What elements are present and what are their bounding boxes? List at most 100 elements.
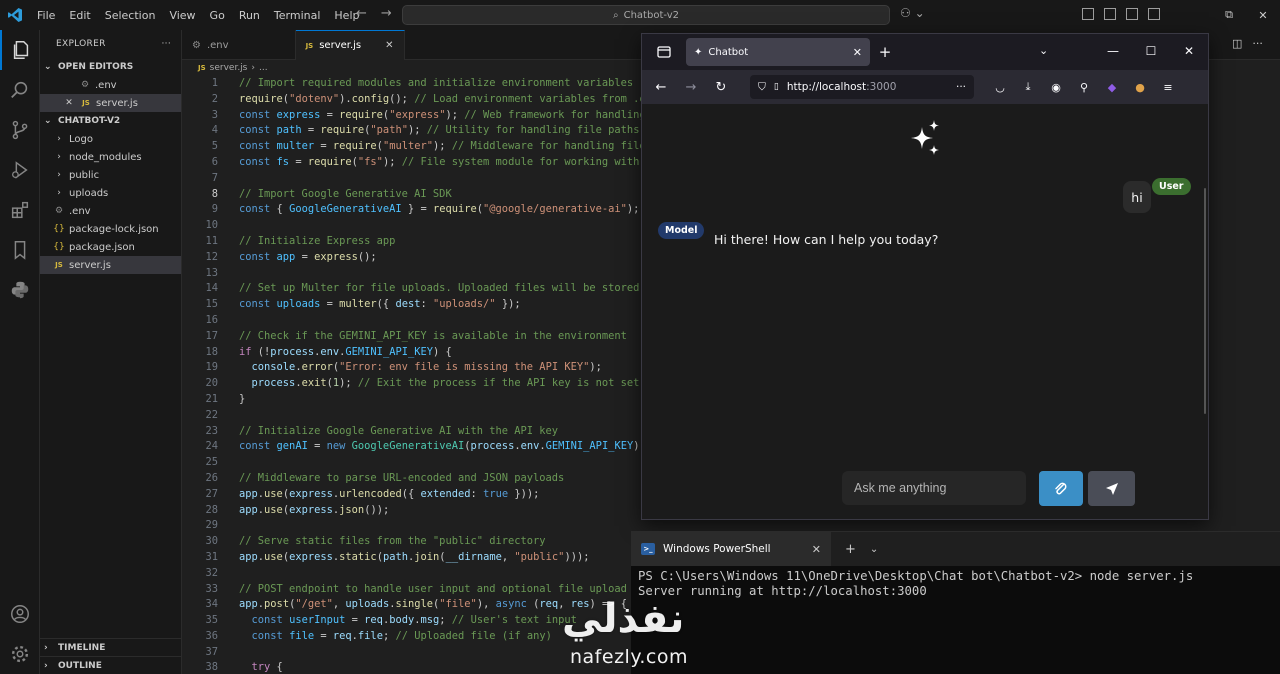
json-file-icon: {} [53, 224, 65, 234]
more-actions-icon[interactable]: ··· [162, 39, 171, 49]
settings-gear-icon[interactable] [0, 634, 40, 674]
split-editor-icon[interactable]: ◫ [1232, 37, 1242, 50]
line-number: 9 [211, 203, 218, 216]
menu-view[interactable]: View [162, 9, 202, 22]
url-bar[interactable]: ⛉ ▯ http://localhost:3000 ··· [750, 75, 974, 99]
pocket-icon[interactable]: ◡ [992, 79, 1008, 95]
toggle-panel-icon[interactable] [1126, 8, 1138, 20]
python-icon[interactable] [0, 270, 40, 310]
back-arrow-icon[interactable]: ← [646, 80, 676, 95]
code-editor[interactable]: 1 // Import required modules and initiali… [182, 76, 642, 674]
customize-layout-icon[interactable] [1082, 8, 1094, 20]
code-line: 33 // POST endpoint to handle user input … [182, 582, 642, 598]
new-tab-icon[interactable]: + [870, 43, 900, 61]
toggle-primary-sidebar-icon[interactable] [1104, 8, 1116, 20]
maximize-icon[interactable]: ☐ [1132, 34, 1170, 68]
menu-selection[interactable]: Selection [98, 9, 163, 22]
tree-folder-logo[interactable]: › Logo [40, 130, 181, 148]
terminal-tab-powershell[interactable]: >_ Windows PowerShell ✕ [631, 532, 831, 566]
chevron-down-icon[interactable]: ⌄ [1039, 44, 1048, 57]
tab-overview-icon[interactable] [642, 46, 686, 58]
extensions-icon[interactable] [0, 190, 40, 230]
close-icon[interactable]: ✕ [1170, 34, 1208, 68]
extension-cookie-icon[interactable]: ● [1132, 79, 1148, 95]
send-button[interactable] [1088, 471, 1135, 506]
outline-section[interactable]: › OUTLINE [40, 656, 182, 674]
toggle-secondary-sidebar-icon[interactable] [1148, 8, 1160, 20]
tree-folder-uploads[interactable]: › uploads [40, 184, 181, 202]
account-icon[interactable]: ◉ [1048, 79, 1064, 95]
command-center[interactable]: ⌕ Chatbot-v2 [402, 5, 890, 25]
explorer-icon[interactable] [0, 30, 40, 70]
tab-server-js[interactable]: JS server.js ✕ [295, 30, 405, 60]
close-icon[interactable]: ✕ [812, 543, 821, 556]
menu-file[interactable]: File [30, 9, 62, 22]
menu-hamburger-icon[interactable]: ≡ [1160, 79, 1176, 95]
project-section[interactable]: ⌄ CHATBOT-V2 [40, 112, 181, 130]
code-line: 14 // Set up Multer for file uploads. Upl… [182, 281, 642, 297]
tree-file-server-js[interactable]: JS server.js [40, 256, 181, 274]
browser-tab-bar: ✦ Chatbot ✕ + ⌄ — ☐ ✕ [642, 34, 1208, 70]
run-debug-icon[interactable] [0, 150, 40, 190]
powershell-icon: >_ [641, 543, 655, 555]
menu-terminal[interactable]: Terminal [267, 9, 328, 22]
open-editor-env[interactable]: ⚙ .env [40, 76, 181, 94]
line-content [218, 313, 239, 329]
minimize-icon[interactable]: — [1094, 34, 1132, 68]
breadcrumb: JS server.js › ... [182, 60, 268, 76]
tab-label: .env [206, 39, 229, 51]
forward-arrow-icon[interactable]: → [381, 6, 392, 21]
tree-folder-public[interactable]: › public [40, 166, 181, 184]
close-tab-icon[interactable]: ✕ [853, 46, 862, 59]
terminal-tab-title: Windows PowerShell [663, 543, 771, 555]
line-content: // Initialize Express app [239, 234, 396, 247]
open-editors-section[interactable]: ⌄ OPEN EDITORS [40, 58, 181, 76]
tree-folder-node-modules[interactable]: › node_modules [40, 148, 181, 166]
copilot-icon[interactable]: ⚇ ⌄ [900, 6, 925, 20]
breadcrumb-file[interactable]: server.js [210, 63, 248, 73]
tree-file-env[interactable]: ⚙ .env [40, 202, 181, 220]
browser-window-controls: — ☐ ✕ [1094, 34, 1208, 68]
menu-edit[interactable]: Edit [62, 9, 97, 22]
extension-purple-icon[interactable]: ◆ [1104, 79, 1120, 95]
more-actions-icon[interactable]: ··· [1252, 37, 1263, 50]
download-icon[interactable]: ⤓ [1020, 79, 1036, 95]
tree-file-package-json[interactable]: {} package.json [40, 238, 181, 256]
reload-icon[interactable]: ↻ [706, 80, 736, 95]
extensions-icon[interactable]: ⚲ [1076, 79, 1092, 95]
shield-icon[interactable]: ⛉ [758, 81, 766, 94]
close-icon[interactable]: ✕ [1246, 0, 1280, 30]
chat-scrollbar[interactable] [1204, 188, 1206, 414]
restore-icon[interactable]: ⧉ [1212, 0, 1246, 30]
source-control-icon[interactable] [0, 110, 40, 150]
chat-input[interactable] [842, 471, 1026, 505]
tab-env[interactable]: ⚙ .env [182, 30, 296, 60]
search-icon[interactable] [0, 70, 40, 110]
close-icon[interactable]: ✕ [385, 40, 393, 51]
account-icon[interactable] [0, 594, 40, 634]
attach-file-button[interactable] [1039, 471, 1083, 506]
browser-tab-chatbot[interactable]: ✦ Chatbot ✕ [686, 38, 870, 66]
new-terminal-icon[interactable]: + [845, 542, 856, 557]
terminal-line: PS C:\Users\Windows 11\OneDrive\Desktop\… [638, 569, 1194, 583]
tree-label: node_modules [69, 151, 142, 163]
line-content [218, 218, 239, 234]
line-number: 28 [205, 503, 218, 516]
terminal-output[interactable]: PS C:\Users\Windows 11\OneDrive\Desktop\… [631, 566, 1280, 602]
open-editor-server-js[interactable]: ✕ JS server.js [40, 94, 181, 112]
chevron-down-icon[interactable]: ⌄ [870, 544, 878, 555]
timeline-section[interactable]: › TIMELINE [40, 638, 182, 656]
bookmark-icon[interactable] [0, 230, 40, 270]
url-host: http://localhost [786, 81, 867, 93]
menu-go[interactable]: Go [203, 9, 232, 22]
code-line: 27 app.use(express.urlencoded({ extended:… [182, 487, 642, 503]
line-number: 33 [205, 582, 218, 595]
back-arrow-icon[interactable]: ← [356, 6, 367, 21]
close-icon[interactable]: ✕ [62, 98, 76, 108]
line-number: 17 [205, 329, 218, 342]
page-actions-icon[interactable]: ··· [956, 81, 966, 93]
menu-run[interactable]: Run [232, 9, 267, 22]
breadcrumb-more[interactable]: ... [259, 63, 268, 73]
tree-file-package-lock[interactable]: {} package-lock.json [40, 220, 181, 238]
forward-arrow-icon[interactable]: → [676, 80, 706, 95]
